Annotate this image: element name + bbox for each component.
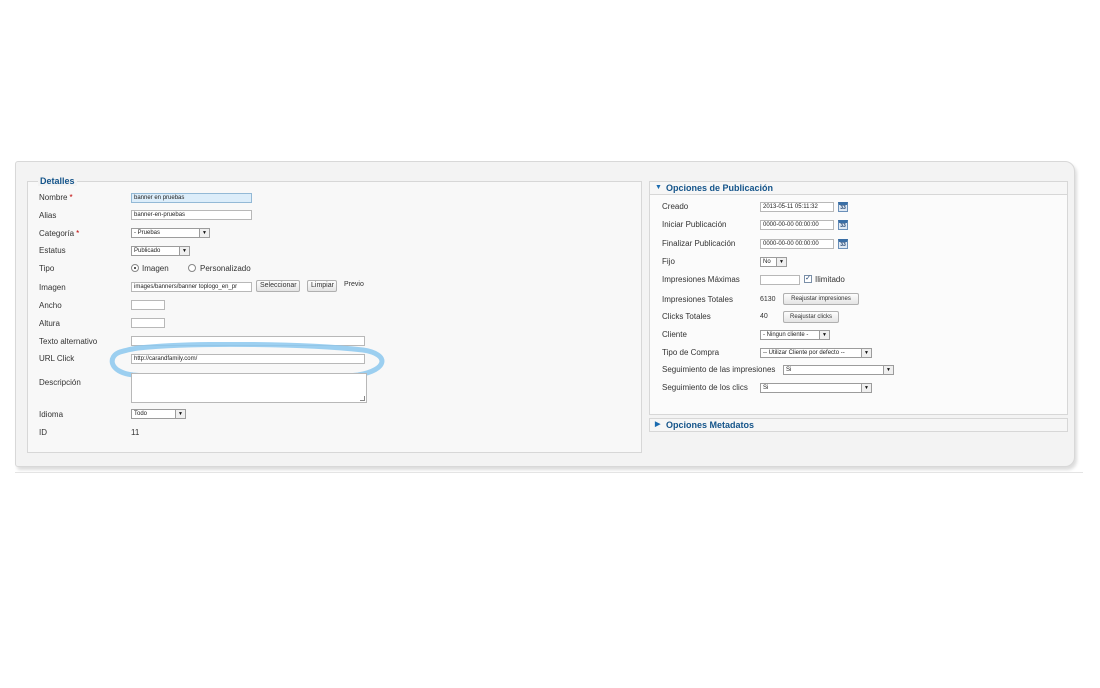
reajustar-impresiones-button[interactable]: Reajustar impresiones — [783, 293, 859, 305]
chevron-down-icon: ▼ — [861, 384, 871, 392]
calendar-icon[interactable]: 33 — [838, 239, 848, 249]
chevron-down-icon: ▼ — [819, 331, 829, 339]
estatus-select[interactable]: Publicado ▼ — [131, 246, 190, 256]
impresiones-maximas-input[interactable] — [760, 275, 800, 285]
publishing-header[interactable]: ▼ Opciones de Publicación — [649, 181, 1068, 195]
metadata-header[interactable]: ▶ Opciones Metadatos — [649, 418, 1068, 432]
tipo-compra-label: Tipo de Compra — [662, 348, 720, 357]
imagen-input[interactable]: images/banners/banner toplogo_en_pr — [131, 282, 252, 292]
ilimitado-checkbox[interactable]: ✓ — [804, 275, 812, 283]
url-click-label: URL Click — [39, 354, 75, 363]
tipo-radio-imagen[interactable] — [131, 264, 139, 272]
categoria-label-text: Categoría — [39, 229, 75, 238]
finalizar-input[interactable]: 0000-00-00 00:00:00 — [760, 239, 834, 249]
chevron-down-icon: ▼ — [776, 258, 786, 266]
creado-label: Creado — [662, 202, 689, 211]
creado-input[interactable]: 2013-05-11 05:11:32 — [760, 202, 834, 212]
tipo-option-imagen-label: Imagen — [142, 264, 169, 273]
limpiar-button[interactable]: Limpiar — [307, 280, 337, 292]
calendar-icon[interactable]: 33 — [838, 220, 848, 230]
tipo-radio-personalizado[interactable] — [188, 264, 196, 272]
seguimiento-impresiones-select[interactable]: Si ▼ — [783, 365, 894, 375]
triangle-down-icon: ▼ — [655, 184, 662, 191]
resize-grip-icon[interactable] — [360, 396, 365, 401]
impresiones-totales-value: 6130 — [760, 296, 776, 303]
iniciar-label: Iniciar Publicación — [662, 220, 727, 229]
impresiones-totales-label: Impresiones Totales — [662, 295, 733, 304]
triangle-right-icon: ▶ — [655, 421, 661, 428]
seguimiento-clics-select[interactable]: Si ▼ — [760, 383, 872, 393]
details-fieldset — [27, 181, 642, 453]
altura-input[interactable] — [131, 318, 165, 328]
imagen-label: Imagen — [39, 283, 66, 292]
nombre-label: Nombre * — [39, 193, 73, 203]
categoria-value: - Pruebas — [134, 230, 161, 236]
categoria-label: Categoría * — [39, 229, 79, 239]
divider — [15, 472, 1083, 473]
idioma-value: Todo — [134, 411, 148, 417]
clicks-totales-value: 40 — [760, 313, 768, 320]
details-legend: Detalles — [38, 176, 77, 186]
finalizar-label: Finalizar Publicación — [662, 239, 736, 248]
tipo-label: Tipo — [39, 264, 55, 273]
alias-input[interactable]: banner-en-pruebas — [131, 210, 252, 220]
required-mark: * — [76, 229, 80, 238]
estatus-label: Estatus — [39, 246, 66, 255]
seguimiento-clics-label: Seguimiento de los clics — [662, 383, 748, 392]
tipo-compra-select[interactable]: -- Utilizar Cliente por defecto -- ▼ — [760, 348, 872, 358]
publishing-header-text: Opciones de Publicación — [666, 183, 774, 193]
nombre-input[interactable]: banner en pruebas — [131, 193, 252, 203]
chevron-down-icon: ▼ — [883, 366, 893, 374]
chevron-down-icon: ▼ — [199, 229, 209, 237]
id-label: ID — [39, 428, 47, 437]
iniciar-input[interactable]: 0000-00-00 00:00:00 — [760, 220, 834, 230]
altura-label: Altura — [39, 319, 60, 328]
chevron-down-icon: ▼ — [175, 410, 185, 418]
calendar-icon[interactable]: 33 — [838, 202, 848, 212]
metadata-header-text: Opciones Metadatos — [666, 420, 755, 430]
required-mark: * — [69, 193, 73, 202]
cliente-label: Cliente — [662, 330, 687, 339]
clicks-totales-label: Clicks Totales — [662, 312, 711, 321]
cliente-value: - Ningun cliente - — [763, 332, 809, 338]
tipo-compra-value: -- Utilizar Cliente por defecto -- — [763, 350, 845, 356]
idioma-select[interactable]: Todo ▼ — [131, 409, 186, 419]
previo-link[interactable]: Previo — [344, 280, 364, 290]
fijo-select[interactable]: No ▼ — [760, 257, 787, 267]
descripcion-label: Descripción — [39, 378, 81, 387]
descripcion-textarea[interactable] — [131, 373, 367, 403]
seguimiento-clics-value: Si — [763, 385, 769, 391]
ilimitado-label: Ilimitado — [815, 275, 845, 284]
impresiones-maximas-label: Impresiones Máximas — [662, 275, 740, 284]
fijo-value: No — [763, 259, 771, 265]
nombre-label-text: Nombre — [39, 193, 68, 202]
tipo-option-personalizado-label: Personalizado — [200, 264, 251, 273]
chevron-down-icon: ▼ — [179, 247, 189, 255]
reajustar-clicks-button[interactable]: Reajustar clicks — [783, 311, 839, 323]
ancho-input[interactable] — [131, 300, 165, 310]
seguimiento-impresiones-label: Seguimiento de las impresiones — [662, 365, 776, 374]
fijo-label: Fijo — [662, 257, 675, 266]
cliente-select[interactable]: - Ningun cliente - ▼ — [760, 330, 830, 340]
idioma-label: Idioma — [39, 410, 64, 419]
seguimiento-impresiones-value: Si — [786, 367, 792, 373]
estatus-value: Publicado — [134, 248, 161, 254]
seleccionar-button[interactable]: Seleccionar — [256, 280, 300, 292]
chevron-down-icon: ▼ — [861, 349, 871, 357]
ancho-label: Ancho — [39, 301, 62, 310]
alias-label: Alias — [39, 211, 57, 220]
categoria-select[interactable]: - Pruebas ▼ — [131, 228, 210, 238]
texto-alternativo-label: Texto alternativo — [39, 337, 98, 346]
id-value: 11 — [131, 428, 140, 437]
